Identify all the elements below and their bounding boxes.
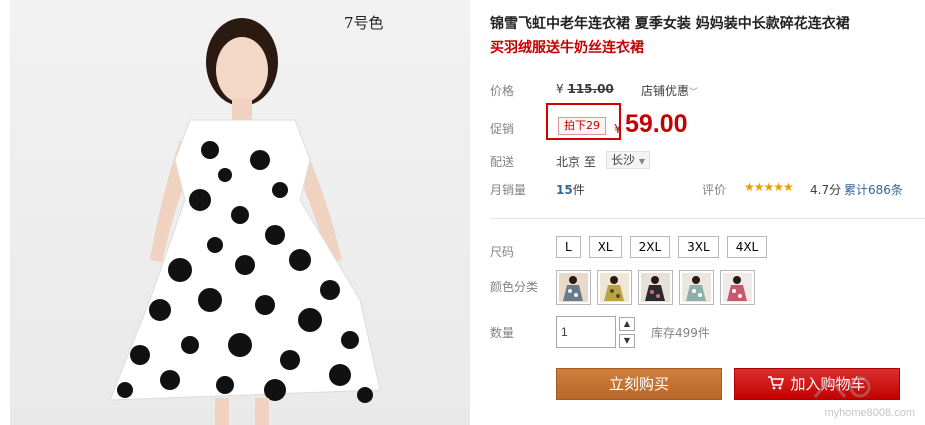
rating-stars-icon: ★★★★★ xyxy=(744,180,794,194)
rating-score: 4.7分 xyxy=(810,183,842,197)
size-option-2xl[interactable]: 2XL xyxy=(629,236,671,258)
color-swatch-3[interactable] xyxy=(638,270,673,305)
swatch-thumbnail-5 xyxy=(723,273,752,302)
chevron-down-icon: ▼ xyxy=(638,157,645,166)
monthly-sales: 15件 xyxy=(556,181,585,198)
review-count-link[interactable]: 累计686条 xyxy=(844,181,903,198)
color-number-label: 7号色 xyxy=(344,14,384,32)
shipping-from: 北京 至 xyxy=(556,155,596,169)
store-discount-label: 店铺优惠 xyxy=(641,84,690,98)
original-price: ¥ 115.00 xyxy=(556,82,614,96)
product-subtitle[interactable]: 买羽绒服送牛奶丝连衣裙 xyxy=(490,38,644,58)
buy-now-button[interactable]: 立刻购买 xyxy=(556,368,722,400)
color-label: 颜色分类 xyxy=(490,280,539,294)
model-illustration xyxy=(109,18,381,425)
promo-label: 促销 xyxy=(490,122,515,136)
size-option-3xl[interactable]: 3XL xyxy=(678,236,719,258)
quantity-label: 数量 xyxy=(490,326,515,340)
size-option-4xl[interactable]: 4XL xyxy=(726,236,768,258)
shipping-destination: 长沙 xyxy=(611,153,636,167)
quantity-decrease-button[interactable]: ▼ xyxy=(619,334,635,348)
product-info-panel: 锦雪飞虹中老年连衣裙 夏季女装 妈妈装中长款碎花连衣裙 买羽绒服送牛奶丝连衣裙 … xyxy=(490,0,925,425)
watermark-text: myhome8008.com xyxy=(824,407,916,419)
stock-count: 库存499件 xyxy=(651,326,710,340)
swatch-thumbnail-1 xyxy=(559,273,588,302)
color-swatch-2[interactable] xyxy=(597,270,632,305)
store-discount-dropdown[interactable]: 店铺优惠﹀ xyxy=(641,82,698,99)
size-option-xl[interactable]: XL xyxy=(588,236,622,258)
shipping-destination-select[interactable]: 长沙 ▼ xyxy=(606,151,650,169)
monthly-sales-label: 月销量 xyxy=(490,183,527,197)
chevron-down-icon: ﹀ xyxy=(689,88,699,98)
color-swatch-5[interactable] xyxy=(720,270,755,305)
color-swatch-4[interactable] xyxy=(679,270,714,305)
swatch-thumbnail-2 xyxy=(600,273,629,302)
swatch-thumbnail-4 xyxy=(682,273,711,302)
monthly-sales-count: 15 xyxy=(556,183,573,197)
product-title: 锦雪飞虹中老年连衣裙 夏季女装 妈妈装中长款碎花连衣裙 xyxy=(490,16,850,32)
rating-label: 评价 xyxy=(702,183,727,197)
size-option-l[interactable]: L xyxy=(556,236,581,258)
color-swatches xyxy=(556,270,755,305)
shipping-label: 配送 xyxy=(490,155,515,169)
quantity-increase-button[interactable]: ▲ xyxy=(619,317,635,331)
promo-currency: ¥ xyxy=(614,122,622,136)
color-swatch-1[interactable] xyxy=(556,270,591,305)
currency-symbol: ¥ xyxy=(556,82,564,96)
quantity-input[interactable]: 1 xyxy=(556,316,616,348)
promo-price: 59.00 xyxy=(625,110,688,138)
cart-icon xyxy=(768,376,785,390)
price-label: 价格 xyxy=(490,84,515,98)
original-price-value: 115.00 xyxy=(567,82,614,96)
promo-tag: 拍下29 xyxy=(558,117,606,135)
section-divider xyxy=(490,218,925,219)
size-options: L XL 2XL 3XL 4XL xyxy=(556,236,768,258)
monthly-sales-unit: 件 xyxy=(572,183,585,197)
product-main-image[interactable]: 7号色 xyxy=(10,0,470,425)
size-label: 尺码 xyxy=(490,245,515,259)
watermark-logo-icon xyxy=(813,376,871,398)
swatch-thumbnail-3 xyxy=(641,273,670,302)
